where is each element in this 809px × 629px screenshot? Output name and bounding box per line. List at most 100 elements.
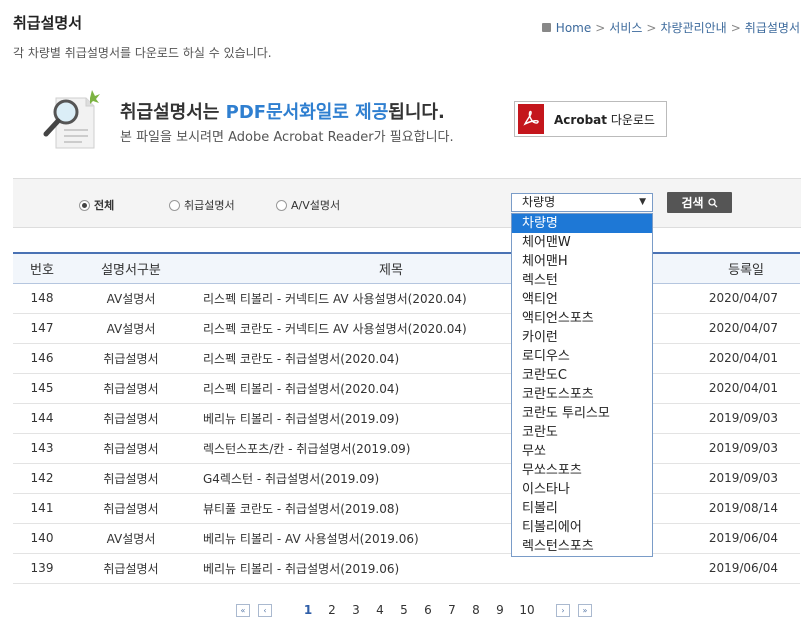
breadcrumb-separator: >	[595, 20, 606, 35]
caret-down-icon: ▼	[639, 197, 646, 207]
dropdown-option[interactable]: 코란도스포츠	[512, 385, 652, 404]
acrobat-download-label: Acrobat 다운로드	[554, 112, 655, 127]
header-type: 설명서구분	[101, 262, 161, 278]
row-number: 148	[13, 283, 71, 314]
first-page-button[interactable]: «	[236, 603, 250, 617]
dropdown-option[interactable]: 액티언스포츠	[512, 309, 652, 328]
dropdown-option[interactable]: 체어맨H	[512, 252, 652, 271]
dropdown-option[interactable]: 코란도C	[512, 366, 652, 385]
breadcrumb-separator: >	[730, 20, 741, 35]
row-number: 143	[13, 433, 71, 464]
radio-av-manual[interactable]: A/V설명서	[276, 197, 340, 213]
row-type: AV설명서	[71, 523, 191, 554]
select-value: 차량명	[522, 195, 556, 209]
page-subtitle: 각 차량별 취급설명서를 다운로드 하실 수 있습니다.	[13, 46, 272, 60]
acrobat-download-button[interactable]: Acrobat 다운로드	[514, 101, 667, 137]
page-number-2[interactable]: 2	[320, 603, 344, 617]
table-header-row: 번호 설명서구분 제목 등록일	[13, 253, 800, 283]
page-number-1[interactable]: 1	[296, 603, 320, 617]
radio-label: 취급설명서	[184, 199, 235, 212]
banner-subtitle: 본 파일을 보시려면 Adobe Acrobat Reader가 필요합니다.	[120, 130, 454, 145]
search-icon	[707, 197, 718, 207]
pagination: « ‹ 1 2 3 4 5 6 7 8 9 10 › »	[236, 603, 592, 617]
dropdown-option[interactable]: 티볼리에어	[512, 518, 652, 537]
dropdown-option[interactable]: 로디우스	[512, 347, 652, 366]
breadcrumb: Home > 서비스 > 차량관리안내 > 취급설명서	[541, 19, 800, 36]
breadcrumb-vehicle-care[interactable]: 차량관리안내	[660, 19, 726, 36]
row-type: 취급설명서	[71, 373, 191, 404]
row-type: 취급설명서	[71, 463, 191, 494]
table-row[interactable]: 142 취급설명서 G4렉스턴 - 취급설명서(2019.09) 2019/09/03	[13, 463, 800, 494]
radio-label: A/V설명서	[291, 199, 341, 212]
table-row[interactable]: 147 AV설명서 리스펙 코란도 - 커넥티드 AV 사용설명서(2020.04)…	[13, 313, 800, 344]
row-number: 139	[13, 553, 71, 584]
radio-button-icon	[79, 199, 90, 211]
last-page-button[interactable]: »	[578, 603, 592, 617]
table-row[interactable]: 146 취급설명서 리스펙 코란도 - 취급설명서(2020.04) 2020/04/…	[13, 343, 800, 374]
page-number-4[interactable]: 4	[368, 603, 392, 617]
dropdown-option[interactable]: 코란도 투리스모	[512, 404, 652, 423]
row-number: 146	[13, 343, 71, 374]
radio-all[interactable]: 전체	[79, 197, 114, 213]
search-button[interactable]: 검색	[667, 192, 732, 213]
page-number-10[interactable]: 10	[512, 603, 542, 617]
radio-manual[interactable]: 취급설명서	[169, 197, 235, 213]
row-type: 취급설명서	[71, 553, 191, 584]
breadcrumb-separator: >	[646, 20, 657, 35]
row-type: AV설명서	[71, 313, 191, 344]
table-row[interactable]: 148 AV설명서 리스펙 티볼리 - 커넥티드 AV 사용설명서(2020.04)…	[13, 283, 800, 314]
table-row[interactable]: 145 취급설명서 리스펙 티볼리 - 취급설명서(2020.04) 2020/04/…	[13, 373, 800, 404]
breadcrumb-service[interactable]: 서비스	[609, 19, 642, 36]
row-title-link[interactable]: 베리뉴 티볼리 - 취급설명서(2019.06)	[191, 553, 591, 584]
dropdown-option[interactable]: 이스타나	[512, 480, 652, 499]
page-number-5[interactable]: 5	[392, 603, 416, 617]
dropdown-option[interactable]: 체어맨W	[512, 233, 652, 252]
row-number: 147	[13, 313, 71, 344]
pdf-icon	[518, 104, 544, 134]
dropdown-option[interactable]: 렉스턴	[512, 271, 652, 290]
dropdown-option[interactable]: 차량명	[512, 214, 652, 233]
table-row[interactable]: 143 취급설명서 렉스턴스포츠/칸 - 취급설명서(2019.09) 2019/09…	[13, 433, 800, 464]
header-number: 번호	[30, 262, 54, 278]
row-type: 취급설명서	[71, 403, 191, 434]
dropdown-option[interactable]: 티볼리	[512, 499, 652, 518]
vehicle-select[interactable]: 차량명 ▼	[511, 193, 653, 212]
table-row[interactable]: 140 AV설명서 베리뉴 티볼리 - AV 사용설명서(2019.06) 2019/…	[13, 523, 800, 554]
dropdown-option[interactable]: 코란도	[512, 423, 652, 442]
banner-title: 취급설명서는 PDF문서화일로 제공됩니다.	[120, 102, 445, 123]
dropdown-option[interactable]: 무쏘스포츠	[512, 461, 652, 480]
row-type: AV설명서	[71, 283, 191, 314]
page-number-9[interactable]: 9	[488, 603, 512, 617]
document-magnifier-icon	[43, 90, 100, 149]
table-row[interactable]: 141 취급설명서 뷰티풀 코란도 - 취급설명서(2019.08) 2019/08/…	[13, 493, 800, 524]
prev-page-button[interactable]: ‹	[258, 603, 272, 617]
page-number-list: 1 2 3 4 5 6 7 8 9 10	[296, 603, 542, 617]
row-date: 2019/06/04	[591, 553, 800, 584]
dropdown-option[interactable]: 액티언	[512, 290, 652, 309]
page-number-8[interactable]: 8	[464, 603, 488, 617]
table-row[interactable]: 144 취급설명서 베리뉴 티볼리 - 취급설명서(2019.09) 2019/09/…	[13, 403, 800, 434]
dropdown-option[interactable]: 무쏘	[512, 442, 652, 461]
vehicle-dropdown-list: 차량명 체어맨W 체어맨H 렉스턴 액티언 액티언스포츠 카이런 로디우스 코란도C 코란도스포츠…	[511, 213, 653, 557]
radio-button-icon	[169, 199, 180, 211]
row-type: 취급설명서	[71, 493, 191, 524]
row-number: 142	[13, 463, 71, 494]
radio-label: 전체	[94, 199, 115, 212]
row-number: 140	[13, 523, 71, 554]
page-number-3[interactable]: 3	[344, 603, 368, 617]
breadcrumb-manual[interactable]: 취급설명서	[745, 19, 800, 36]
row-type: 취급설명서	[71, 433, 191, 464]
table-row[interactable]: 139 취급설명서 베리뉴 티볼리 - 취급설명서(2019.06) 2019/06/…	[13, 553, 800, 584]
row-number: 145	[13, 373, 71, 404]
home-icon	[541, 23, 551, 32]
search-button-label: 검색	[681, 196, 704, 210]
breadcrumb-home[interactable]: Home	[556, 21, 591, 35]
dropdown-option[interactable]: 카이런	[512, 328, 652, 347]
page-number-7[interactable]: 7	[440, 603, 464, 617]
next-page-button[interactable]: ›	[556, 603, 570, 617]
radio-button-icon	[276, 199, 287, 211]
manual-table: 번호 설명서구분 제목 등록일 148 AV설명서 리스펙 티볼리 - 커넥티드 A…	[13, 252, 800, 584]
dropdown-option[interactable]: 렉스턴스포츠	[512, 537, 652, 556]
row-number: 144	[13, 403, 71, 434]
page-number-6[interactable]: 6	[416, 603, 440, 617]
